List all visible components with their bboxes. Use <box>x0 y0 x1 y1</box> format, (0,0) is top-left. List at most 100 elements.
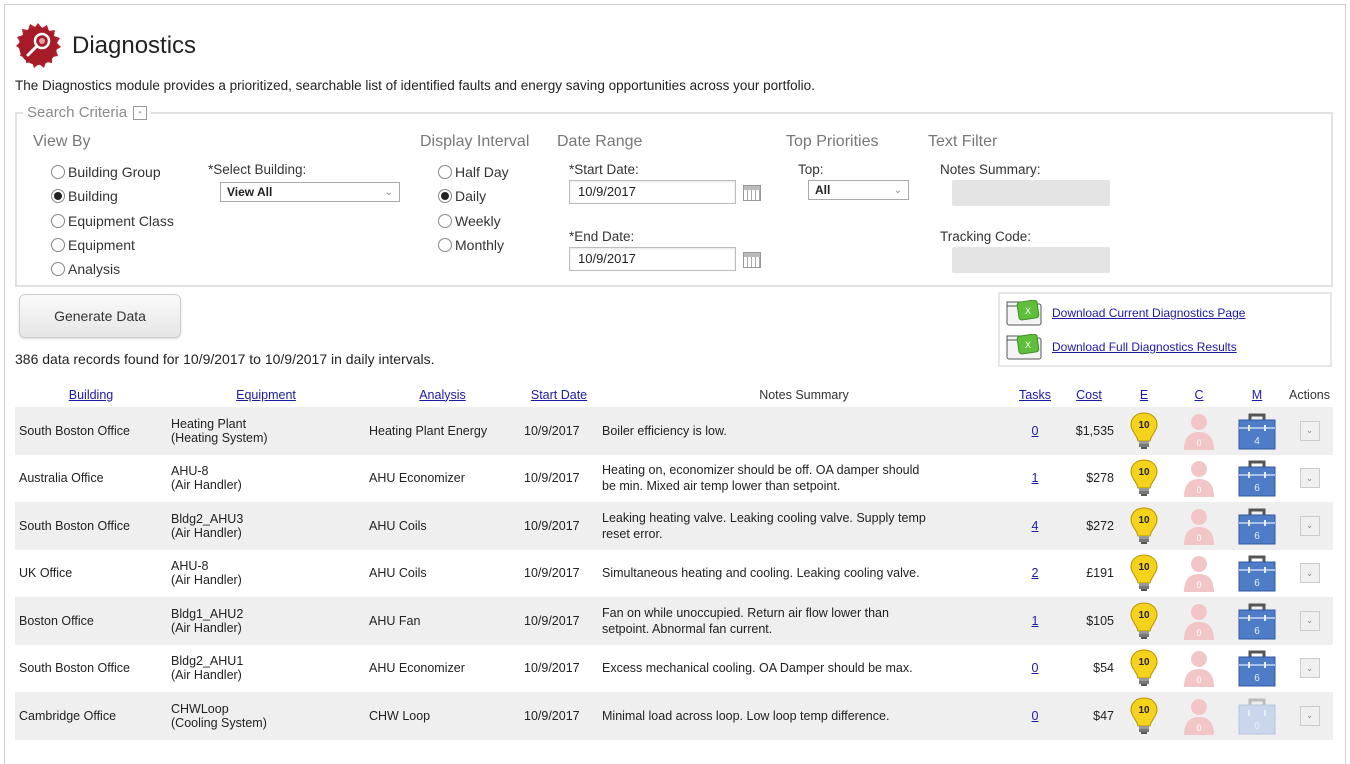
radio-label: Equipment Class <box>68 213 174 229</box>
equipment-type: (Air Handler) <box>171 668 242 683</box>
download-current-link[interactable]: Download Current Diagnostics Page <box>1052 306 1245 320</box>
radio-monthly[interactable]: Monthly <box>438 237 504 253</box>
cell-comfort: 0 <box>1170 502 1228 550</box>
tasks-link[interactable]: 1 <box>1032 614 1039 628</box>
tracking-code-input[interactable] <box>952 247 1110 273</box>
radio-building-group[interactable]: Building Group <box>51 164 161 180</box>
select-building-dropdown[interactable]: View All ⌄ <box>220 182 400 202</box>
maintenance-toolbox-icon[interactable]: 6 <box>1237 507 1277 545</box>
cell-equipment: Heating Plant (Heating System) <box>167 407 365 455</box>
start-date-input[interactable]: 10/9/2017 <box>569 180 736 204</box>
col-energy[interactable]: E <box>1118 382 1170 407</box>
download-current-row[interactable]: X Download Current Diagnostics Page <box>1006 300 1245 326</box>
col-start-date[interactable]: Start Date <box>520 382 598 407</box>
radio-equipment-class[interactable]: Equipment Class <box>51 213 174 229</box>
tasks-link[interactable]: 1 <box>1032 471 1039 485</box>
energy-bulb-icon[interactable]: 10 <box>1129 506 1159 546</box>
actions-dropdown-button[interactable]: ⌄ <box>1299 705 1320 726</box>
energy-bulb-icon[interactable]: 10 <box>1129 601 1159 641</box>
radio-weekly[interactable]: Weekly <box>438 213 501 229</box>
sort-maintenance-link[interactable]: M <box>1252 388 1262 402</box>
tasks-link[interactable]: 0 <box>1032 709 1039 723</box>
sort-energy-link[interactable]: E <box>1140 388 1148 402</box>
energy-bulb-icon[interactable]: 10 <box>1129 553 1159 593</box>
top-value: All <box>815 183 831 197</box>
energy-bulb-icon[interactable]: 10 <box>1129 648 1159 688</box>
tasks-link[interactable]: 0 <box>1032 661 1039 675</box>
radio-equipment[interactable]: Equipment <box>51 237 135 253</box>
calendar-icon[interactable] <box>743 252 761 268</box>
sort-cost-link[interactable]: Cost <box>1076 388 1102 402</box>
col-building[interactable]: Building <box>15 382 167 407</box>
calendar-icon[interactable] <box>743 185 761 201</box>
radio-circle-icon <box>51 165 65 179</box>
table-row: South Boston Office Bldg2_AHU3 (Air Handl… <box>15 502 1333 550</box>
sort-building-link[interactable]: Building <box>69 388 113 402</box>
notes-text: Simultaneous heating and cooling. Leakin… <box>602 566 920 581</box>
maintenance-toolbox-icon[interactable]: 6 <box>1237 649 1277 687</box>
radio-analysis[interactable]: Analysis <box>51 261 120 277</box>
comfort-person-icon[interactable]: 0 <box>1181 507 1217 545</box>
generate-data-button[interactable]: Generate Data <box>19 294 181 338</box>
sort-analysis-link[interactable]: Analysis <box>419 388 466 402</box>
end-date-input[interactable]: 10/9/2017 <box>569 247 736 271</box>
actions-dropdown-button[interactable]: ⌄ <box>1299 658 1320 679</box>
cell-maintenance: 6 <box>1228 502 1286 550</box>
maintenance-toolbox-icon[interactable]: 4 <box>1237 412 1277 450</box>
actions-dropdown-button[interactable]: ⌄ <box>1299 420 1320 441</box>
sort-tasks-link[interactable]: Tasks <box>1019 388 1051 402</box>
comfort-person-icon[interactable]: 0 <box>1181 459 1217 498</box>
cell-actions: ⌄ <box>1286 692 1333 740</box>
col-analysis[interactable]: Analysis <box>365 382 520 407</box>
comfort-person-icon[interactable]: 0 <box>1181 697 1217 735</box>
download-full-link[interactable]: Download Full Diagnostics Results <box>1052 340 1237 354</box>
maintenance-toolbox-icon[interactable]: 6 <box>1237 554 1277 592</box>
energy-bulb-icon[interactable]: 10 <box>1129 458 1159 498</box>
sort-start-date-link[interactable]: Start Date <box>531 388 587 402</box>
col-equipment[interactable]: Equipment <box>167 382 365 407</box>
sort-equipment-link[interactable]: Equipment <box>236 388 296 402</box>
energy-bulb-icon[interactable]: 10 <box>1129 411 1159 451</box>
col-maintenance[interactable]: M <box>1228 382 1286 407</box>
sort-comfort-link[interactable]: C <box>1194 388 1203 402</box>
maintenance-toolbox-icon[interactable]: 6 <box>1237 459 1277 497</box>
date-range-heading: Date Range <box>557 133 643 150</box>
notes-summary-input[interactable] <box>952 180 1110 206</box>
comfort-person-icon[interactable]: 0 <box>1181 649 1217 688</box>
comfort-person-icon[interactable]: 0 <box>1181 602 1217 640</box>
comfort-person-icon[interactable]: 0 <box>1181 554 1217 593</box>
cell-comfort: 0 <box>1170 692 1228 740</box>
download-full-row[interactable]: X Download Full Diagnostics Results <box>1006 334 1237 360</box>
notes-text: Heating on, economizer should be off. OA… <box>602 463 920 494</box>
maintenance-score: 0 <box>1254 721 1260 732</box>
maintenance-toolbox-icon[interactable]: 6 <box>1237 602 1277 640</box>
end-date-label: *End Date: <box>569 229 635 244</box>
radio-half-day[interactable]: Half Day <box>438 164 509 180</box>
cell-energy: 10 <box>1118 455 1170 503</box>
collapse-toggle-icon[interactable]: - <box>133 105 148 120</box>
table-row: Boston Office Bldg1_AHU2 (Air Handler) AH… <box>15 597 1333 645</box>
actions-dropdown-button[interactable]: ⌄ <box>1299 468 1320 489</box>
comfort-person-icon[interactable]: 0 <box>1181 412 1217 450</box>
radio-daily[interactable]: Daily <box>438 188 486 204</box>
table-header-row: Building Equipment Analysis Start Date N… <box>15 382 1333 407</box>
radio-circle-icon <box>51 214 65 228</box>
cell-cost: $105 <box>1060 597 1118 645</box>
tasks-link[interactable]: 4 <box>1032 519 1039 533</box>
table-row: South Boston Office Heating Plant (Heatin… <box>15 407 1333 455</box>
actions-dropdown-button[interactable]: ⌄ <box>1299 563 1320 584</box>
radio-building[interactable]: Building <box>51 188 118 204</box>
col-cost[interactable]: Cost <box>1060 382 1118 407</box>
col-tasks[interactable]: Tasks <box>1010 382 1060 407</box>
actions-dropdown-button[interactable]: ⌄ <box>1299 610 1320 631</box>
energy-bulb-icon[interactable]: 10 <box>1129 696 1159 736</box>
top-dropdown[interactable]: All ⌄ <box>808 180 909 200</box>
tasks-link[interactable]: 2 <box>1032 566 1039 580</box>
tasks-link[interactable]: 0 <box>1032 424 1039 438</box>
select-building-value: View All <box>227 185 273 199</box>
cell-tasks: 2 <box>1010 550 1060 598</box>
energy-score: 10 <box>1138 562 1150 573</box>
actions-dropdown-button[interactable]: ⌄ <box>1299 515 1320 536</box>
col-comfort[interactable]: C <box>1170 382 1228 407</box>
maintenance-toolbox-icon[interactable]: 0 <box>1237 697 1277 735</box>
